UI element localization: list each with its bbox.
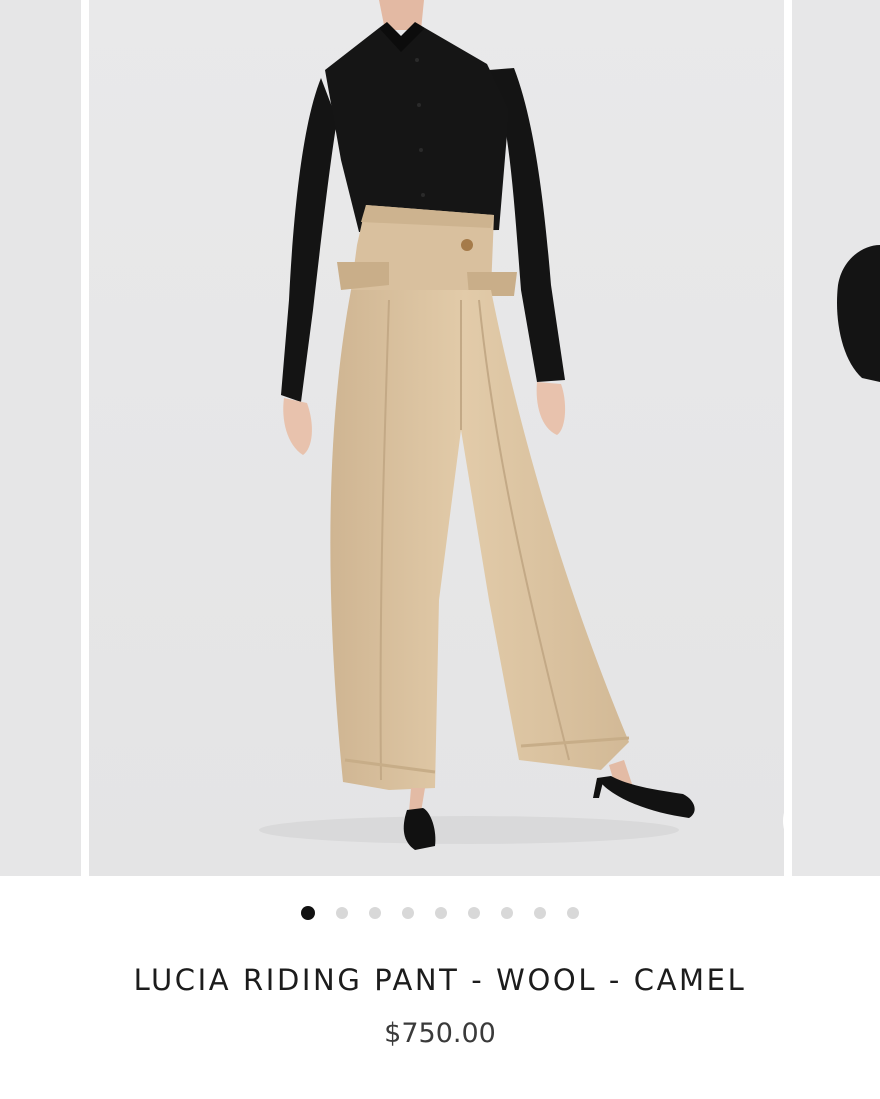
product-title: LUCIA RIDING PANT - WOOL - CAMEL (133, 963, 747, 997)
main-product-image[interactable] (89, 0, 784, 876)
pagination-dot-7[interactable] (501, 907, 513, 919)
pagination-dot-9[interactable] (567, 907, 579, 919)
pagination-dot-8[interactable] (534, 907, 546, 919)
previous-slide-image[interactable] (0, 0, 81, 876)
product-photo (89, 0, 784, 876)
product-price: $750.00 (384, 1018, 496, 1049)
next-slide-image[interactable] (792, 0, 880, 876)
product-image-gallery[interactable] (0, 0, 880, 876)
pagination-dot-5[interactable] (435, 907, 447, 919)
pagination-dot-6[interactable] (468, 907, 480, 919)
pagination-dot-1[interactable] (301, 906, 315, 920)
pagination-dot-2[interactable] (336, 907, 348, 919)
pagination-dot-3[interactable] (369, 907, 381, 919)
carousel-pagination (0, 903, 880, 923)
pagination-dot-4[interactable] (402, 907, 414, 919)
